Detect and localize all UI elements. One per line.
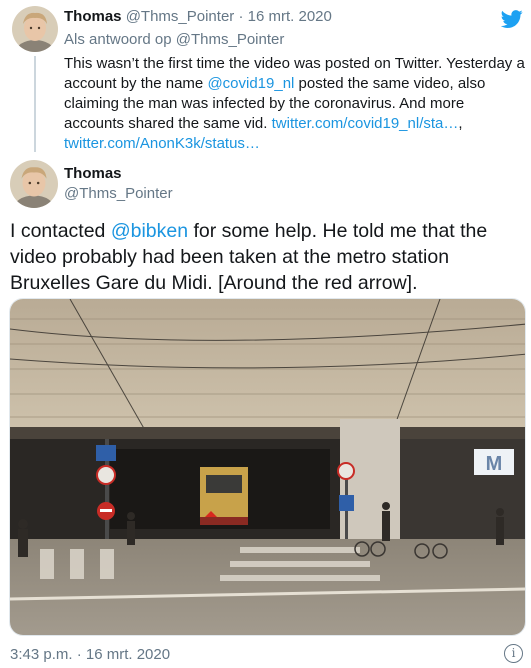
avatar-image [10, 160, 58, 208]
link-separator: , [458, 115, 463, 132]
replying-to-label: Als antwoord op [64, 31, 172, 48]
tweet-link-2[interactable]: twitter.com/AnonK3k/status… [64, 135, 260, 152]
metro-station-photo: M [10, 299, 525, 635]
mention-link[interactable]: @bibken [111, 220, 188, 242]
author-avatar[interactable] [12, 6, 58, 52]
header-separator: · [238, 8, 244, 25]
avatar-image [12, 6, 58, 52]
tweet-link-1[interactable]: twitter.com/covid19_nl/sta… [272, 115, 459, 132]
author-name[interactable]: Thomas [64, 165, 122, 182]
thread-connector-line [34, 56, 36, 152]
author-handle[interactable]: @Thms_Pointer [64, 185, 173, 202]
reply-tweet-header: Thomas @Thms_Pointer · 16 mrt. 2020 [64, 8, 332, 25]
tweet-timestamp[interactable]: 3:43 p.m. · 16 mrt. 2020 [10, 646, 170, 663]
twitter-bird-icon[interactable] [501, 8, 523, 30]
replying-to-handle[interactable]: @Thms_Pointer [176, 31, 285, 48]
svg-text:M: M [486, 453, 503, 475]
tweet-date[interactable]: 16 mrt. 2020 [248, 8, 332, 25]
main-text-part-1: I contacted [10, 220, 111, 242]
tweet-photo[interactable]: M [9, 298, 526, 636]
reply-tweet-text: This wasn’t the first time the video was… [64, 54, 526, 154]
author-avatar[interactable] [10, 160, 58, 208]
replying-to: Als antwoord op @Thms_Pointer [64, 31, 284, 48]
author-handle[interactable]: @Thms_Pointer [126, 8, 235, 25]
info-icon[interactable]: i [504, 644, 523, 663]
mention-link[interactable]: @covid19_nl [207, 75, 294, 92]
main-tweet-text: I contacted @bibken for some help. He to… [10, 218, 525, 296]
reply-tweet[interactable]: Thomas @Thms_Pointer · 16 mrt. 2020 Als … [0, 0, 531, 155]
author-name[interactable]: Thomas [64, 8, 122, 25]
